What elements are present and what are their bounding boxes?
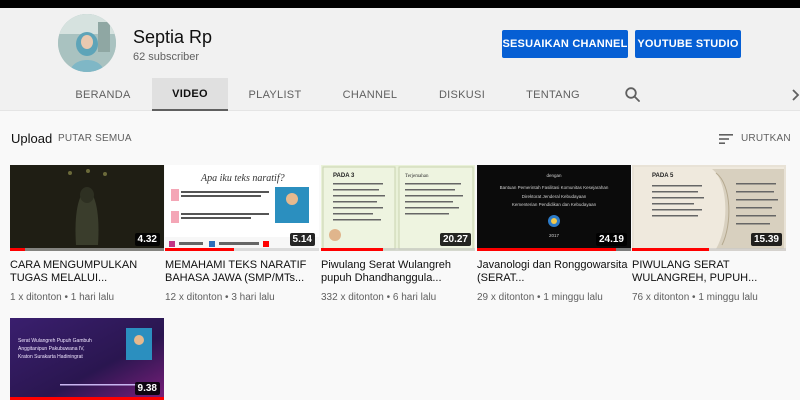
video-title[interactable]: Piwulang Serat Wulangreh pupuh Dhandhang… <box>321 259 475 285</box>
thumb-text-line: Kementerian Pendidikan dan Kebudayaan <box>512 202 597 207</box>
channel-avatar[interactable] <box>58 14 116 72</box>
sort-icon <box>719 132 733 144</box>
video-meta: 29 x ditonton • 1 minggu lalu <box>477 292 603 303</box>
thumb-heading: PADA 5 <box>652 173 674 179</box>
chevron-right-icon[interactable] <box>790 86 800 104</box>
video-duration: 9.38 <box>134 382 160 395</box>
video-title[interactable]: CARA MENGUMPULKAN TUGAS MELALUI... <box>10 259 164 285</box>
video-duration: 5.14 <box>289 233 315 246</box>
channel-tabs: BERANDA VIDEO PLAYLIST CHANNEL DISKUSI T… <box>0 78 800 111</box>
video-card[interactable]: 4.32 CARA MENGUMPULKAN TUGAS MELALUI... … <box>10 165 164 303</box>
video-thumbnail[interactable]: PADA 3 Terjemahan 20.27 <box>321 165 475 251</box>
channel-header: Septia Rp 62 subscriber SESUAIKAN CHANNE… <box>0 8 800 78</box>
video-thumbnail[interactable]: dengan Bantuan Pemerintah Fasilitasi Kom… <box>477 165 631 251</box>
sort-button[interactable]: URUTKAN <box>719 130 791 146</box>
thumb-text-line: Kraton Surakarta Hadiningrat <box>18 354 83 360</box>
watch-progress-bar <box>477 248 616 251</box>
progress-track <box>10 248 164 251</box>
watch-progress-bar <box>165 248 235 251</box>
video-thumbnail[interactable]: 4.32 <box>10 165 164 251</box>
video-meta: 76 x ditonton • 1 minggu lalu <box>632 292 758 303</box>
thumb-subheading: Terjemahan <box>405 174 429 179</box>
video-meta: 1 x ditonton • 1 hari lalu <box>10 292 115 303</box>
youtube-studio-button[interactable]: YOUTUBE STUDIO <box>635 30 741 58</box>
tab-video[interactable]: VIDEO <box>152 78 228 111</box>
sort-label: URUTKAN <box>741 132 791 144</box>
thumb-text-line: 2017 <box>549 233 560 238</box>
video-meta: 332 x ditonton • 6 hari lalu <box>321 292 437 303</box>
video-meta: 12 x ditonton • 3 hari lalu <box>165 292 275 303</box>
thumb-heading: Apa iku teks naratif? <box>200 173 285 184</box>
video-thumbnail[interactable]: Apa iku teks naratif? 5.14 <box>165 165 319 251</box>
tab-beranda[interactable]: BERANDA <box>62 78 144 111</box>
video-duration: 15.39 <box>750 233 782 246</box>
video-thumbnail[interactable]: Serat Wulangreh Pupuh Gambuh Anggitanipu… <box>10 318 164 400</box>
channel-name: Septia Rp <box>133 27 213 47</box>
video-card[interactable]: dengan Bantuan Pemerintah Fasilitasi Kom… <box>477 165 631 303</box>
thumb-heading: PADA 3 <box>333 173 355 179</box>
tab-tentang[interactable]: TENTANG <box>514 78 592 111</box>
play-all-button[interactable]: PUTAR SEMUA <box>58 133 132 144</box>
video-title[interactable]: MEMAHAMI TEKS NARATIF BAHASA JAWA (SMP/M… <box>165 259 319 285</box>
video-title[interactable]: PIWULANG SERAT WULANGREH, PUPUH... <box>632 259 786 285</box>
subscriber-count: 62 subscriber <box>133 51 200 63</box>
uploads-heading: Upload <box>11 131 53 146</box>
video-duration: 24.19 <box>595 233 627 246</box>
tab-channel[interactable]: CHANNEL <box>330 78 410 111</box>
search-icon[interactable] <box>624 86 642 104</box>
video-duration: 4.32 <box>134 233 160 246</box>
video-thumbnail[interactable]: PADA 5 15.39 <box>632 165 786 251</box>
thumb-text-line: Direktorat Jenderal Kebudayaan <box>522 194 587 199</box>
thumb-text-line: Anggitanipun Pakubuwana IV, <box>18 346 85 352</box>
video-card[interactable]: Serat Wulangreh Pupuh Gambuh Anggitanipu… <box>10 318 164 400</box>
thumb-text-line: Serat Wulangreh Pupuh Gambuh <box>18 338 92 344</box>
video-card[interactable]: PADA 5 15.39 PIWULANG SERAT WULANGREH, P… <box>632 165 786 303</box>
thumb-text-line: Bantuan Pemerintah Fasilitasi Komunitas … <box>500 185 609 190</box>
tab-diskusi[interactable]: DISKUSI <box>424 78 500 111</box>
customize-channel-button[interactable]: SESUAIKAN CHANNEL <box>502 30 628 58</box>
browser-top-strip <box>0 0 800 8</box>
video-card[interactable]: Apa iku teks naratif? 5.14 MEMAHAMI TEKS… <box>165 165 319 303</box>
watch-progress-bar <box>321 248 383 251</box>
watch-progress-bar <box>10 248 26 251</box>
video-card[interactable]: PADA 3 Terjemahan 20.27 Piwulang Serat W… <box>321 165 475 303</box>
video-duration: 20.27 <box>439 233 471 246</box>
thumb-text-line: dengan <box>546 173 562 178</box>
watch-progress-bar <box>632 248 709 251</box>
tab-playlist[interactable]: PLAYLIST <box>236 78 314 111</box>
video-title[interactable]: Javanologi dan Ronggowarsita (SERAT... <box>477 259 631 285</box>
